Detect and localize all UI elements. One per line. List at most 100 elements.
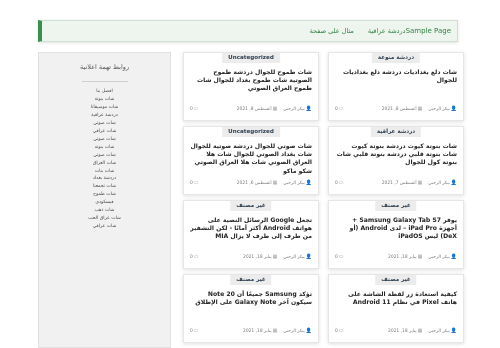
sidebar-link[interactable]: شات بنوتة [39,96,170,104]
calendar-icon: ▦ [272,254,278,260]
post-author[interactable]: بيكر الرحبي [283,107,304,112]
user-icon: 👤 [450,254,457,260]
comment-icon: ▭ [193,180,199,186]
date-meta: ▦يناير 18, 2021 [243,254,277,260]
sidebar-title: روابط تهمة اعلانية [79,63,130,71]
post-title[interactable]: تؤكد Samsung جميعًا أن Note 20 سيكون آخر… [190,291,312,307]
sidebar-link[interactable]: فيسكودي [39,199,170,207]
post-author[interactable]: بيكر الرحبي [428,107,449,112]
post-card[interactable]: دردشة منوعة شات دلع بغداديات دردشة دلع ب… [328,52,464,121]
comment-count[interactable]: 0 [190,255,193,260]
post-card[interactable]: دردشة عراقية شات بنوتة كيوت دردشة بنوتة … [328,126,464,195]
sidebar-link[interactable]: شات صوتي [39,120,170,128]
post-card[interactable]: غير مصنف يوفر Samsung Galaxy Tab S7 + أج… [328,200,464,269]
category-badge[interactable]: غير مصنف [230,275,272,285]
post-meta: 👤بيكر الرحبي ▦يناير 18, 2021 ▭0 [335,254,457,260]
comment-count[interactable]: 0 [335,181,338,186]
date-meta: ▦أغسطس 8, 2021 [382,106,423,112]
author-meta: 👤بيكر الرحبي [428,254,457,260]
comment-count[interactable]: 0 [335,107,338,112]
post-date: أغسطس 8, 2021 [381,107,417,112]
post-card[interactable]: غير مصنف تجعل Google الرسائل النصية على … [183,200,319,269]
user-icon: 👤 [450,106,457,112]
post-meta: 👤بيكر الرحبي ▦أغسطس 6, 2021 ▭0 [190,180,312,186]
sidebar-link[interactable]: شات صوتي [39,136,170,144]
calendar-icon: ▦ [417,254,423,260]
post-author[interactable]: بيكر الرحبي [283,181,304,186]
comment-count[interactable]: 0 [335,329,338,334]
comment-count[interactable]: 0 [190,107,193,112]
post-title[interactable]: كيفية استعادة زر لقطة الشاشة على هاتف Pi… [335,291,457,307]
nav-item-example-page[interactable]: مثال على صفحة [310,27,354,35]
nav-item-iraqi-chat[interactable]: دردشة عراقية [368,27,406,35]
calendar-icon: ▦ [417,328,423,334]
category-badge[interactable]: غير مصنف [375,201,417,211]
post-card[interactable]: Uncategorized شات طموح للجوال دردشة طموح… [183,52,319,121]
comments-meta: ▭0 [335,180,344,186]
comment-icon: ▭ [193,254,199,260]
post-title[interactable]: شات صوتي للجوال دردشة صوتية للجوال شات ب… [190,143,312,176]
post-title[interactable]: شات دلع بغداديات دردشة دلع بغداديات للجو… [335,69,457,85]
sidebar-link[interactable]: شات ذهب [39,207,170,215]
post-author[interactable]: بيكر الرحبي [283,329,304,334]
comments-meta: ▭0 [190,254,199,260]
sidebar-link[interactable]: شات صوتي [39,152,170,160]
comments-meta: ▭0 [335,254,344,260]
post-date: أغسطس 7, 2021 [381,181,417,186]
sidebar-link[interactable]: دردشة بغداد [39,175,170,183]
author-meta: 👤بيكر الرحبي [428,106,457,112]
user-icon: 👤 [305,180,312,186]
sidebar-link[interactable]: افضل بنا [39,88,170,96]
sidebar-link[interactable]: شات طموح [39,191,170,199]
sidebar-link[interactable]: شات عراق الحب [39,215,170,223]
calendar-icon: ▦ [272,180,278,186]
sidebar-link[interactable]: دردشة عراقية [39,112,170,120]
post-author[interactable]: بيكر الرحبي [428,329,449,334]
date-meta: ▦يناير 18, 2021 [388,328,422,334]
sidebar-widget: روابط تهمة اعلانية افضل بنا شات بنوتة شا… [38,52,171,348]
post-date: يناير 18, 2021 [388,329,417,334]
sidebar-link[interactable]: شات العراق [39,160,170,168]
calendar-icon: ▦ [417,106,423,112]
sidebar-link[interactable]: شات بنوته [39,144,170,152]
comment-count[interactable]: 0 [335,255,338,260]
post-card[interactable]: غير مصنف كيفية استعادة زر لقطة الشاشة عل… [328,274,464,343]
post-card[interactable]: Uncategorized شات صوتي للجوال دردشة صوتي… [183,126,319,195]
category-badge[interactable]: Uncategorized [222,127,280,137]
author-meta: 👤بيكر الرحبي [283,254,312,260]
category-badge[interactable]: دردشة منوعة [371,53,421,63]
comments-meta: ▭0 [335,106,344,112]
post-meta: 👤بيكر الرحبي ▦يناير 18, 2021 ▭0 [335,328,457,334]
comment-count[interactable]: 0 [190,181,193,186]
post-author[interactable]: بيكر الرحبي [428,255,449,260]
sidebar-link[interactable]: شات موسيقانا [39,104,170,112]
post-card[interactable]: غير مصنف تؤكد Samsung جميعًا أن Note 20 … [183,274,319,343]
post-date: يناير 18, 2021 [388,255,417,260]
sidebar-link[interactable]: شات بنات [39,168,170,176]
comment-count[interactable]: 0 [190,329,193,334]
sidebar-link[interactable]: شات عراقي [39,223,170,231]
post-title[interactable]: شات بنوتة كيوت دردشة بنوتة كيوت شات بنوت… [335,143,457,168]
post-title[interactable]: شات طموح للجوال دردشة طموح الصوتية شات ط… [190,69,312,94]
sidebar-link[interactable]: شات عراقي [39,128,170,136]
comment-icon: ▭ [338,180,344,186]
sidebar-link[interactable]: شات تجمعنا [39,183,170,191]
post-date: أغسطس 8, 2021 [236,107,272,112]
date-meta: ▦يناير 18, 2021 [388,254,422,260]
post-title[interactable]: تجعل Google الرسائل النصية على هواتف And… [190,217,312,242]
nav-item-sample-page[interactable]: Sample Page [406,27,451,35]
post-meta: 👤بيكر الرحبي ▦أغسطس 8, 2021 ▭0 [190,106,312,112]
comments-meta: ▭0 [190,106,199,112]
category-badge[interactable]: غير مصنف [375,275,417,285]
post-meta: 👤بيكر الرحبي ▦يناير 18, 2021 ▭0 [190,254,312,260]
comment-icon: ▭ [193,328,199,334]
category-badge[interactable]: دردشة عراقية [370,127,422,137]
post-author[interactable]: بيكر الرحبي [283,255,304,260]
category-badge[interactable]: Uncategorized [222,53,280,63]
category-badge[interactable]: غير مصنف [230,201,272,211]
post-author[interactable]: بيكر الرحبي [428,181,449,186]
calendar-icon: ▦ [272,328,278,334]
post-title[interactable]: يوفر Samsung Galaxy Tab S7 + أجهزة iPad … [335,217,457,242]
author-meta: 👤بيكر الرحبي [283,328,312,334]
comment-icon: ▭ [338,106,344,112]
